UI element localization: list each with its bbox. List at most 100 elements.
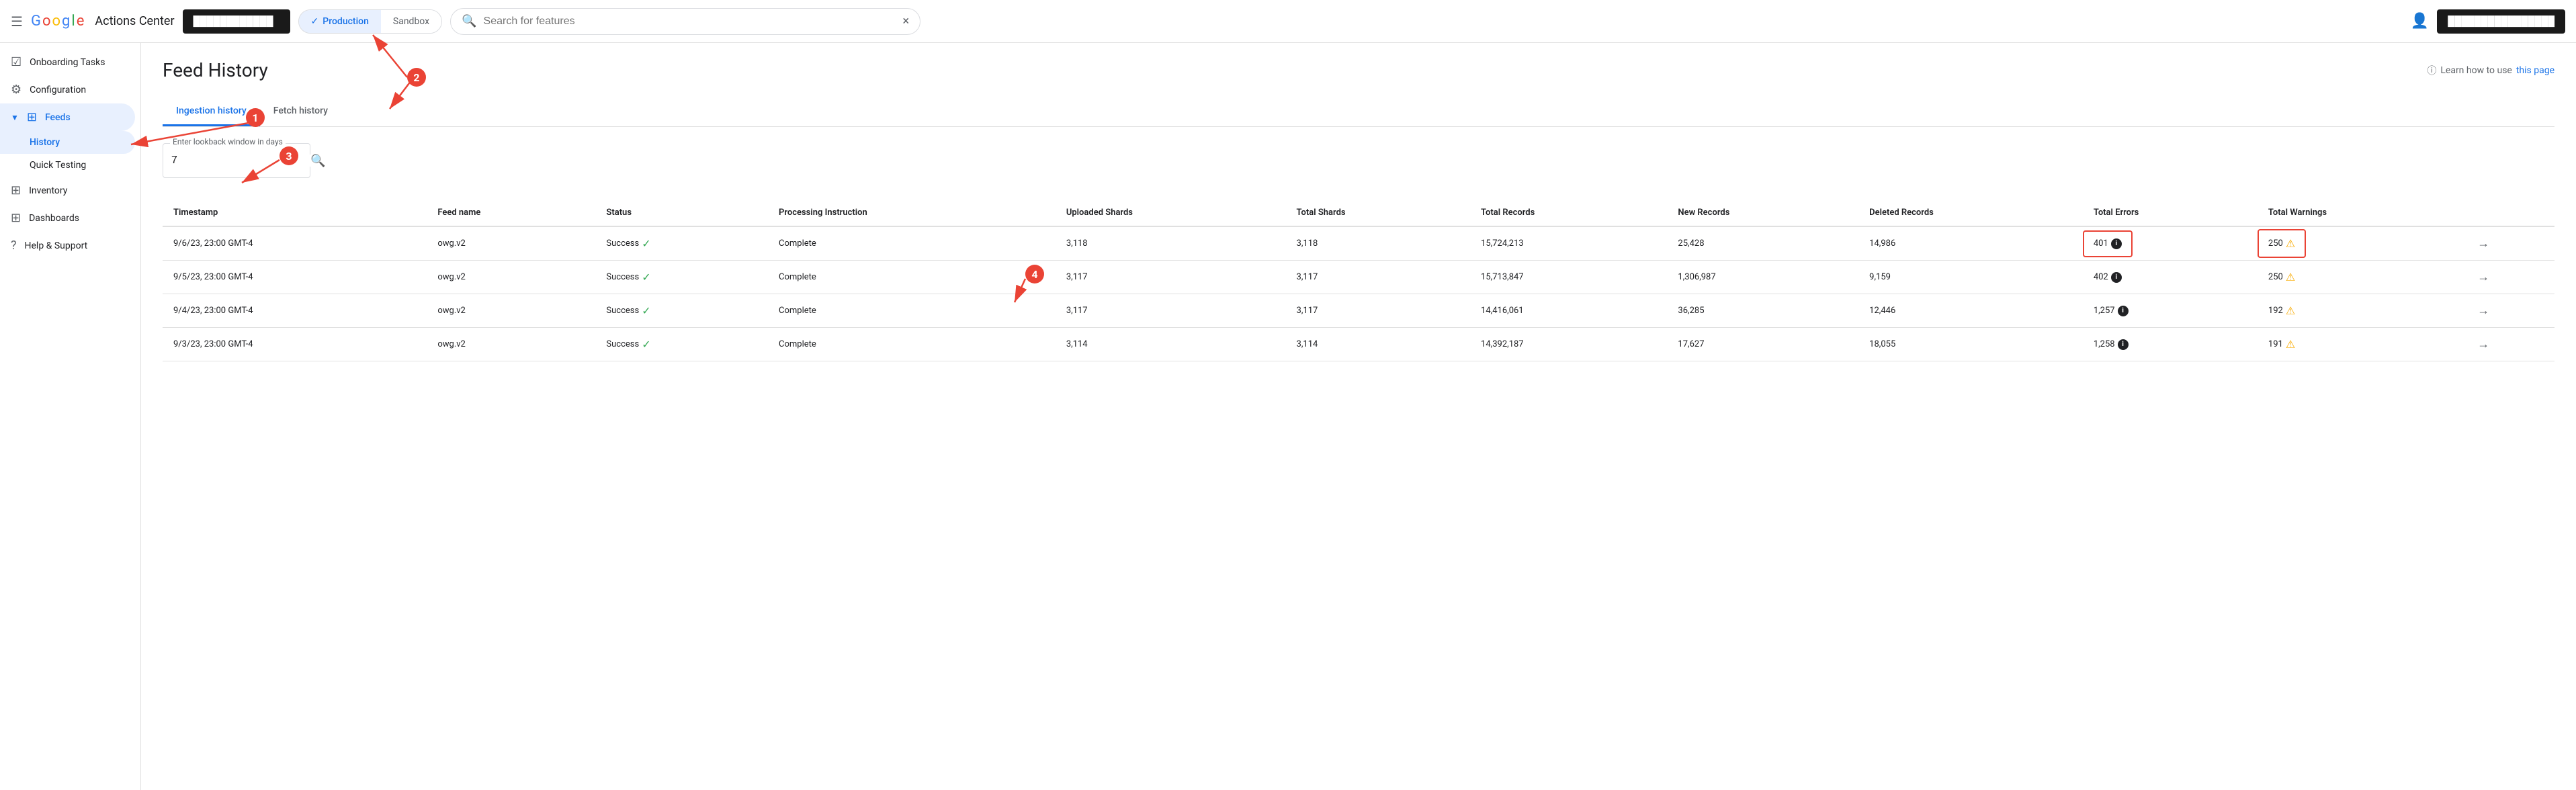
table-row[interactable]: 9/6/23, 23:00 GMT-4 owg.v2 Success ✓ Com… xyxy=(163,226,2554,261)
warnings-badge: 250 ⚠ xyxy=(2258,229,2306,258)
onboarding-icon: ☑ xyxy=(11,55,22,69)
error-info-icon: i xyxy=(2118,306,2129,316)
cell-total-shards: 3,117 xyxy=(1286,261,1471,294)
topbar-right: 👤 ████████████████ xyxy=(2411,9,2565,34)
app-title: Actions Center xyxy=(95,14,174,28)
row-navigate-arrow[interactable]: → xyxy=(2477,337,2489,351)
account-settings-icon[interactable]: 👤 xyxy=(2411,13,2429,30)
env-tab-sandbox[interactable]: Sandbox xyxy=(381,10,441,33)
cell-nav: → xyxy=(2466,328,2554,361)
help-icon: ? xyxy=(11,238,17,253)
dashboards-icon: ⊞ xyxy=(11,211,21,225)
inventory-icon: ⊞ xyxy=(11,183,21,198)
errors-badge: 1,258 i xyxy=(2094,339,2129,350)
sidebar-label-inventory: Inventory xyxy=(29,185,67,196)
table-row[interactable]: 9/4/23, 23:00 GMT-4 owg.v2 Success ✓ Com… xyxy=(163,294,2554,328)
info-circle-icon: ⓘ xyxy=(2427,64,2436,77)
col-feed-name: Feed name xyxy=(427,200,595,226)
lookback-search-icon[interactable]: 🔍 xyxy=(310,154,325,168)
sidebar-label-help: Help & Support xyxy=(25,240,88,251)
cell-new-records: 1,306,987 xyxy=(1667,261,1858,294)
cell-total-errors: 402 i xyxy=(2083,261,2258,294)
sidebar-label-feeds: Feeds xyxy=(45,112,71,123)
search-input[interactable] xyxy=(484,15,896,28)
this-page-link[interactable]: this page xyxy=(2516,65,2554,76)
table-row[interactable]: 9/5/23, 23:00 GMT-4 owg.v2 Success ✓ Com… xyxy=(163,261,2554,294)
col-timestamp: Timestamp xyxy=(163,200,427,226)
sidebar: ☑ Onboarding Tasks ⚙ Configuration ▼ ⊞ F… xyxy=(0,43,141,790)
feed-history-table: Timestamp Feed name Status Processing In… xyxy=(163,200,2554,361)
status-success: Success ✓ xyxy=(606,237,757,250)
search-icon: 🔍 xyxy=(462,14,476,28)
cell-uploaded-shards: 3,118 xyxy=(1056,226,1286,261)
status-success: Success ✓ xyxy=(606,271,757,283)
sidebar-item-quick-testing[interactable]: Quick Testing xyxy=(0,154,135,177)
cell-total-records: 15,724,213 xyxy=(1470,226,1667,261)
warn-triangle-icon: ⚠ xyxy=(2286,338,2295,351)
cell-total-errors: 401 i xyxy=(2083,226,2258,261)
sidebar-item-help[interactable]: ? Help & Support xyxy=(0,232,135,259)
sidebar-item-history[interactable]: History xyxy=(0,131,135,154)
cell-nav: → xyxy=(2466,261,2554,294)
col-uploaded-shards: Uploaded Shards xyxy=(1056,200,1286,226)
col-deleted-records: Deleted Records xyxy=(1858,200,2083,226)
cell-status: Success ✓ xyxy=(595,328,768,361)
cell-uploaded-shards: 3,117 xyxy=(1056,294,1286,328)
error-info-icon: i xyxy=(2111,272,2122,283)
topbar: ☰ Google Actions Center ████████████ ✓ P… xyxy=(0,0,2576,43)
tab-ingestion-history[interactable]: Ingestion history xyxy=(163,97,260,126)
sidebar-item-onboarding[interactable]: ☑ Onboarding Tasks xyxy=(0,48,135,76)
col-new-records: New Records xyxy=(1667,200,1858,226)
cell-feed-name: owg.v2 xyxy=(427,226,595,261)
sidebar-label-quick-testing: Quick Testing xyxy=(30,160,86,171)
col-total-shards: Total Shards xyxy=(1286,200,1471,226)
cell-nav: → xyxy=(2466,294,2554,328)
warn-triangle-icon: ⚠ xyxy=(2286,237,2295,250)
sidebar-label-history: History xyxy=(30,137,60,148)
cell-total-records: 15,713,847 xyxy=(1470,261,1667,294)
account-switcher[interactable]: ████████████ xyxy=(183,9,290,34)
profile-block[interactable]: ████████████████ xyxy=(2437,9,2565,34)
cell-processing: Complete xyxy=(768,294,1056,328)
warnings-badge: 191 ⚠ xyxy=(2268,338,2295,351)
lookback-input[interactable] xyxy=(171,155,310,167)
cell-nav: → xyxy=(2466,226,2554,261)
table-row[interactable]: 9/3/23, 23:00 GMT-4 owg.v2 Success ✓ Com… xyxy=(163,328,2554,361)
cell-new-records: 25,428 xyxy=(1667,226,1858,261)
status-success: Success ✓ xyxy=(606,338,757,351)
search-clear-icon[interactable]: × xyxy=(902,14,909,28)
cell-total-shards: 3,118 xyxy=(1286,226,1471,261)
sidebar-item-feeds[interactable]: ▼ ⊞ Feeds xyxy=(0,103,135,131)
menu-icon[interactable]: ☰ xyxy=(11,13,23,30)
env-tab-production[interactable]: ✓ Production xyxy=(299,10,381,33)
error-info-icon: i xyxy=(2118,339,2129,350)
cell-status: Success ✓ xyxy=(595,294,768,328)
col-processing: Processing Instruction xyxy=(768,200,1056,226)
sidebar-label-configuration: Configuration xyxy=(30,85,86,95)
logo-o2: o xyxy=(52,13,60,30)
row-navigate-arrow[interactable]: → xyxy=(2477,304,2489,318)
error-info-icon: i xyxy=(2111,238,2122,249)
check-success-icon: ✓ xyxy=(642,271,650,283)
cell-feed-name: owg.v2 xyxy=(427,261,595,294)
table-header-row: Timestamp Feed name Status Processing In… xyxy=(163,200,2554,226)
sidebar-item-inventory[interactable]: ⊞ Inventory xyxy=(0,177,135,204)
check-success-icon: ✓ xyxy=(642,237,650,250)
row-navigate-arrow[interactable]: → xyxy=(2477,236,2489,251)
cell-new-records: 36,285 xyxy=(1667,294,1858,328)
cell-timestamp: 9/4/23, 23:00 GMT-4 xyxy=(163,294,427,328)
cell-timestamp: 9/5/23, 23:00 GMT-4 xyxy=(163,261,427,294)
sidebar-item-dashboards[interactable]: ⊞ Dashboards xyxy=(0,204,135,232)
cell-total-warnings: 192 ⚠ xyxy=(2258,294,2466,328)
sidebar-item-configuration[interactable]: ⚙ Configuration xyxy=(0,76,135,103)
tab-fetch-history[interactable]: Fetch history xyxy=(260,97,341,126)
cell-total-shards: 3,114 xyxy=(1286,328,1471,361)
env-production-label: Production xyxy=(323,16,369,27)
configuration-icon: ⚙ xyxy=(11,83,22,97)
tabs: Ingestion history Fetch history xyxy=(163,97,2554,127)
cell-feed-name: owg.v2 xyxy=(427,328,595,361)
cell-status: Success ✓ xyxy=(595,261,768,294)
lookback-field: Enter lookback window in days 🔍 xyxy=(163,143,310,178)
row-navigate-arrow[interactable]: → xyxy=(2477,270,2489,284)
learn-text: Learn how to use xyxy=(2440,65,2511,76)
